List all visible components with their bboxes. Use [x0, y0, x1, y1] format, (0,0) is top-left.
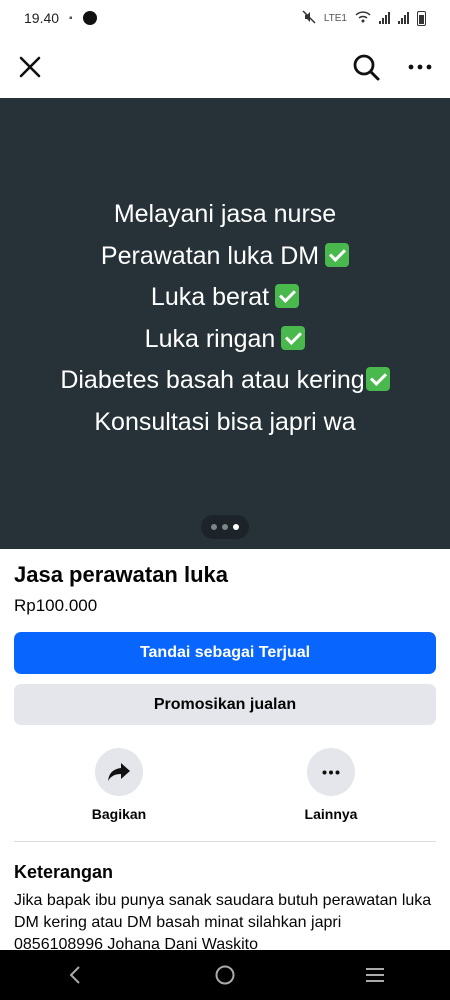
promote-listing-button[interactable]: Promosikan jualan	[14, 684, 436, 725]
share-action[interactable]: Bagikan	[64, 748, 174, 822]
recents-button[interactable]	[345, 967, 405, 983]
wifi-icon	[355, 10, 371, 26]
recording-dot-icon	[82, 11, 97, 25]
status-bar: 19.40 ▪ LTE1	[0, 0, 450, 36]
check-mark-icon	[325, 242, 350, 267]
notification-icon: ▪	[69, 12, 73, 24]
check-mark-icon	[281, 325, 306, 350]
share-arrow-icon	[108, 763, 130, 781]
back-button[interactable]	[45, 965, 105, 985]
app-bar	[0, 36, 450, 98]
recents-icon	[366, 968, 384, 982]
close-icon	[19, 56, 41, 78]
listing-image-text: Melayani jasa nurse Perawatan luka DM Lu…	[0, 194, 450, 443]
listing-title: Jasa perawatan luka	[14, 562, 229, 587]
image-line: Perawatan luka DM	[100, 241, 320, 270]
carousel-indicator	[201, 515, 249, 539]
status-time: 19.40	[24, 10, 60, 26]
carousel-dot	[211, 524, 217, 530]
more-horizontal-icon	[322, 770, 340, 774]
system-nav-bar	[0, 950, 450, 1000]
share-button[interactable]	[95, 748, 143, 796]
image-line: Luka ringan	[144, 324, 276, 353]
signal-1-icon	[379, 12, 390, 24]
check-mark-icon	[275, 284, 300, 308]
carousel-dot-active	[233, 524, 239, 530]
close-button[interactable]	[14, 51, 46, 83]
home-button[interactable]	[195, 964, 255, 986]
battery-icon	[417, 10, 426, 26]
more-action[interactable]: Lainnya	[276, 748, 386, 822]
mute-icon	[302, 9, 316, 27]
more-button[interactable]	[307, 748, 355, 796]
image-line: Konsultasi bisa japri wa	[94, 407, 356, 436]
more-options-button[interactable]	[404, 51, 436, 83]
description-heading: Keterangan	[14, 862, 114, 882]
listing-image[interactable]: Melayani jasa nurse Perawatan luka DM Lu…	[0, 98, 450, 549]
more-label: Lainnya	[304, 806, 358, 822]
image-line: Luka berat	[150, 283, 270, 311]
image-line: Diabetes basah atau kering	[60, 366, 365, 394]
home-icon	[215, 965, 235, 985]
search-icon	[353, 54, 380, 81]
share-label: Bagikan	[91, 806, 147, 822]
mark-as-sold-button[interactable]: Tandai sebagai Terjual	[14, 632, 436, 674]
divider	[14, 841, 436, 842]
check-mark-icon	[365, 367, 390, 391]
description-text: Jika bapak ibu punya sanak saudara butuh…	[14, 892, 432, 953]
more-horizontal-icon	[408, 64, 432, 70]
listing-price: Rp100.000	[14, 596, 98, 615]
signal-2-icon	[398, 12, 409, 24]
search-button[interactable]	[350, 51, 382, 83]
image-line: Melayani jasa nurse	[113, 200, 337, 228]
back-icon	[69, 966, 80, 984]
carousel-dot	[222, 524, 228, 530]
network-label: LTE1	[323, 12, 347, 24]
